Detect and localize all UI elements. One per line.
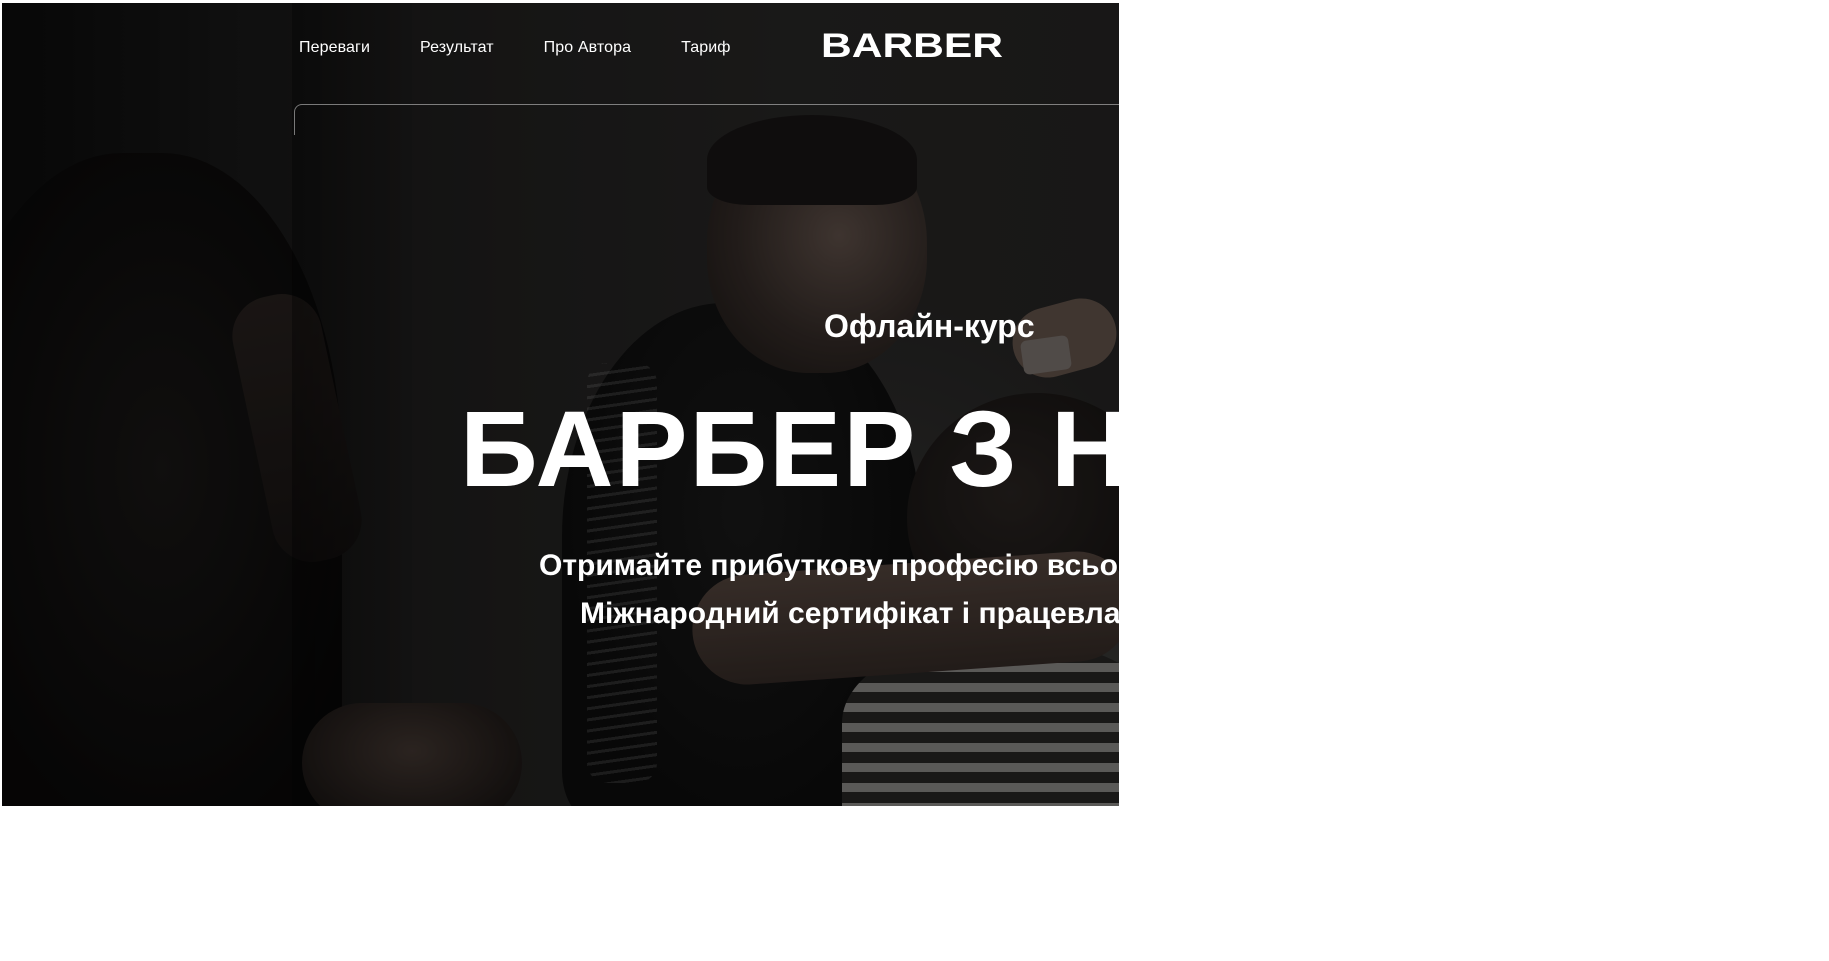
nav-item-advantages[interactable]: Переваги — [299, 39, 370, 57]
logo-text: BARBER — [821, 31, 1003, 61]
nav-item-pricing[interactable]: Тариф — [681, 39, 730, 57]
site-viewport: Переваги Результат Про Автора Тариф BARB… — [2, 3, 1119, 806]
hero-frame-border — [294, 104, 1119, 135]
hero-description-line-1: Отримайте прибуткову професію всьо — [539, 549, 1118, 582]
hero-subtitle: Офлайн-курс — [824, 308, 1035, 344]
main-nav: Переваги Результат Про Автора Тариф — [299, 39, 731, 57]
nav-item-result[interactable]: Результат — [420, 39, 494, 57]
hero-title: БАРБЕР З Н — [460, 388, 1119, 509]
barber-logo[interactable]: BARBER — [820, 31, 1004, 61]
nav-item-about-author[interactable]: Про Автора — [544, 39, 631, 57]
hero-description-line-2: Міжнародний сертифікат і працевла — [580, 597, 1119, 630]
